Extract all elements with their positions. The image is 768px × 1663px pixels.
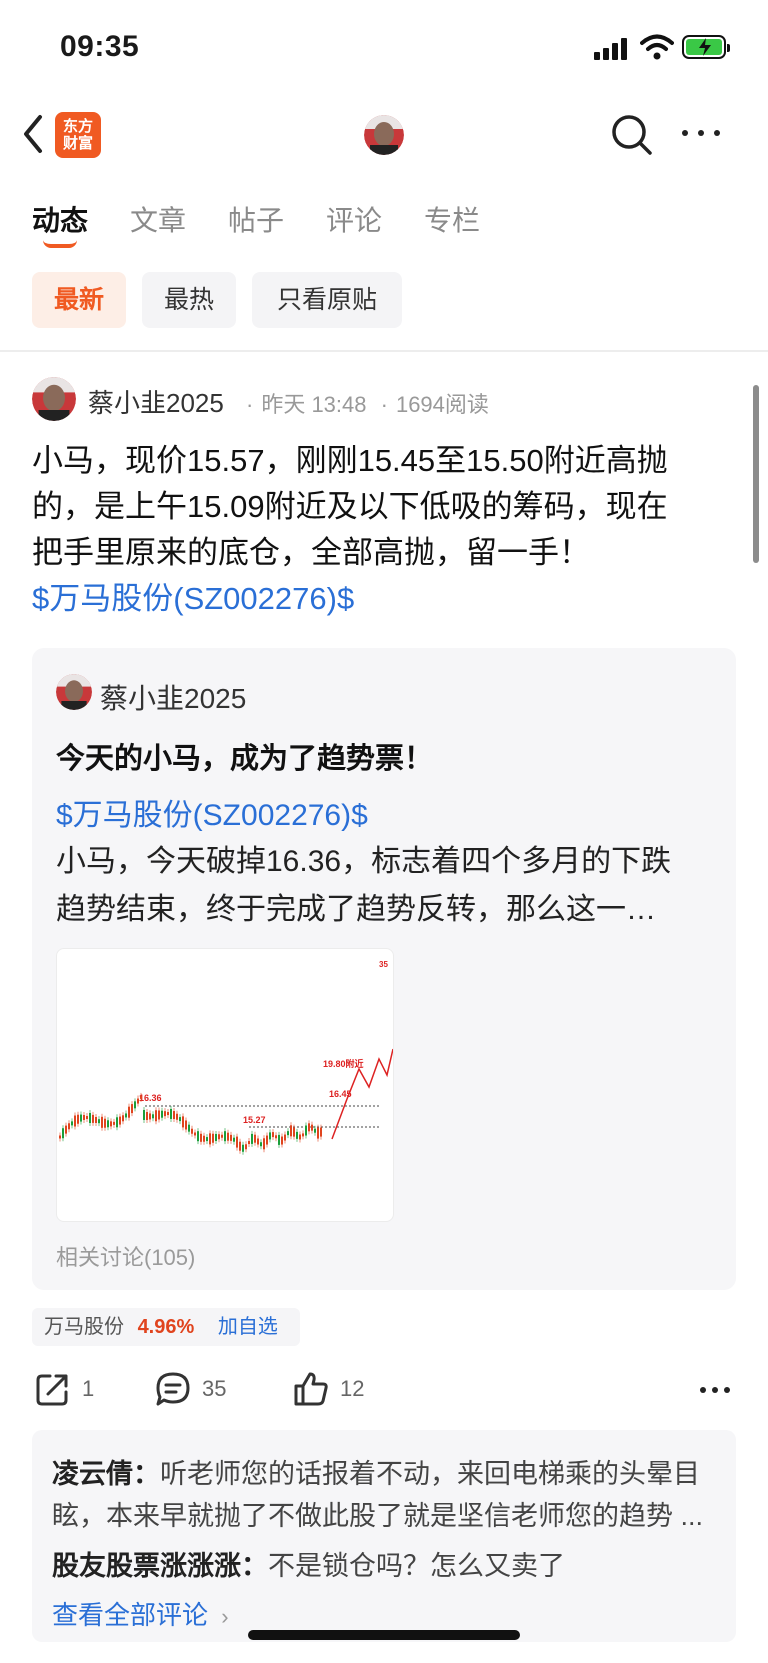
chart-image[interactable]: 35 19.80附近 16.36 15.27 16.45 [56, 948, 394, 1222]
filter-latest[interactable]: 最新 [32, 272, 126, 328]
scrollbar[interactable] [753, 385, 759, 563]
chart-label-1527: 15.27 [243, 1115, 266, 1125]
post-reads: 1694阅读 [395, 392, 489, 417]
related-discussions[interactable]: 相关讨论(105) [56, 1240, 195, 1272]
stock-link[interactable]: $万马股份(SZ002276)$ [32, 576, 732, 622]
status-time: 09:35 [60, 30, 140, 63]
like-icon[interactable] [292, 1370, 330, 1408]
filter-original-only[interactable]: 只看原贴 [252, 272, 402, 328]
post-more-icon[interactable] [700, 1387, 732, 1395]
tab-wenzhang[interactable]: 文章 [130, 199, 186, 239]
post-time: 昨天 13:48 [261, 392, 367, 417]
chart-label-1980: 19.80附近 [323, 1058, 364, 1069]
quoted-author[interactable]: 蔡小韭2025 [100, 677, 246, 717]
post-author[interactable]: 蔡小韭2025 [88, 383, 224, 420]
quoted-stock-link[interactable]: $万马股份(SZ002276)$ [56, 790, 368, 834]
cellular-signal-icon [594, 36, 628, 60]
share-count: 1 [82, 1376, 95, 1401]
quoted-title[interactable]: 今天的小马，成为了趋势票！ [56, 735, 433, 777]
home-indicator[interactable] [248, 1630, 520, 1640]
post-meta: · 昨天 13:48 · 1694阅读 [246, 392, 489, 417]
comment-item[interactable]: 股友股票涨涨涨：不是锁仓吗？怎么又卖了 [52, 1544, 565, 1583]
active-tab-indicator [43, 240, 77, 248]
divider [0, 350, 768, 352]
stock-name: 万马股份 [44, 1316, 124, 1338]
header-avatar[interactable] [364, 115, 404, 155]
share-icon[interactable] [34, 1370, 72, 1408]
battery-icon [682, 35, 730, 59]
author-avatar[interactable] [32, 377, 76, 421]
logo-text-1: 东方 [62, 118, 93, 135]
tab-zhuanlan[interactable]: 专栏 [424, 199, 480, 239]
see-all-label: 查看全部评论 [52, 1600, 209, 1630]
wifi-icon [640, 34, 674, 60]
app-logo[interactable]: 东方 财富 [55, 112, 101, 158]
comment-text: 听老师您的话报着不动，来回电梯乘的头晕目 [160, 1459, 700, 1489]
quoted-line: 趋势结束，终于完成了趋势反转，那么这一… [56, 893, 656, 926]
commenter-name[interactable]: 股友股票涨涨涨： [52, 1551, 268, 1581]
chevron-right-icon: › [221, 1604, 229, 1629]
filter-hot[interactable]: 最热 [142, 272, 236, 328]
stock-tag[interactable]: 万马股份 4.96% 加自选 [32, 1308, 300, 1346]
comment-item-continued[interactable]: 眩，本来早就抛了不做此股了就是坚信老师您的趋势 ... [52, 1494, 703, 1533]
post-line: 把手里原来的底仓，全部高抛，留一手！ [32, 535, 590, 570]
logo-text-2: 财富 [62, 135, 93, 152]
tab-tiezi[interactable]: 帖子 [228, 199, 284, 239]
quoted-body[interactable]: 小马，今天破掉16.36，标志着四个多月的下跌 趋势结束，终于完成了趋势反转，那… [56, 838, 716, 934]
back-icon[interactable] [22, 114, 44, 154]
quoted-author-avatar[interactable] [56, 674, 92, 710]
tab-pinglun[interactable]: 评论 [326, 199, 382, 239]
post-body[interactable]: 小马，现价15.57，刚刚15.45至15.50附近高抛 的，是上午15.09附… [32, 438, 732, 622]
post-line: 的，是上午15.09附近及以下低吸的筹码，现在 [32, 489, 668, 524]
tab-dongtai[interactable]: 动态 [32, 199, 88, 239]
more-options-icon[interactable] [682, 130, 722, 140]
candlestick-chart: 35 19.80附近 16.36 15.27 16.45 [59, 960, 394, 1155]
search-icon[interactable] [610, 113, 654, 157]
comment-text: 眩，本来早就抛了不做此股了就是坚信老师您的趋势 ... [52, 1501, 704, 1531]
see-all-comments-link[interactable]: 查看全部评论 › [52, 1595, 229, 1632]
like-count: 12 [340, 1376, 365, 1401]
commenter-name[interactable]: 凌云倩： [52, 1459, 160, 1489]
chart-label-1636: 16.36 [139, 1093, 162, 1103]
post-line: 小马，现价15.57，刚刚15.45至15.50附近高抛 [32, 443, 668, 478]
add-watchlist-button[interactable]: 加自选 [218, 1316, 278, 1338]
chart-label-35: 35 [379, 960, 388, 969]
quoted-line: 小马，今天破掉16.36，标志着四个多月的下跌 [56, 845, 672, 878]
comment-item[interactable]: 凌云倩：听老师您的话报着不动，来回电梯乘的头晕目 [52, 1452, 700, 1491]
comment-count: 35 [202, 1376, 227, 1401]
comment-text: 不是锁仓吗？怎么又卖了 [268, 1551, 565, 1581]
comment-icon[interactable] [154, 1370, 192, 1408]
stock-change: 4.96% [137, 1316, 195, 1338]
